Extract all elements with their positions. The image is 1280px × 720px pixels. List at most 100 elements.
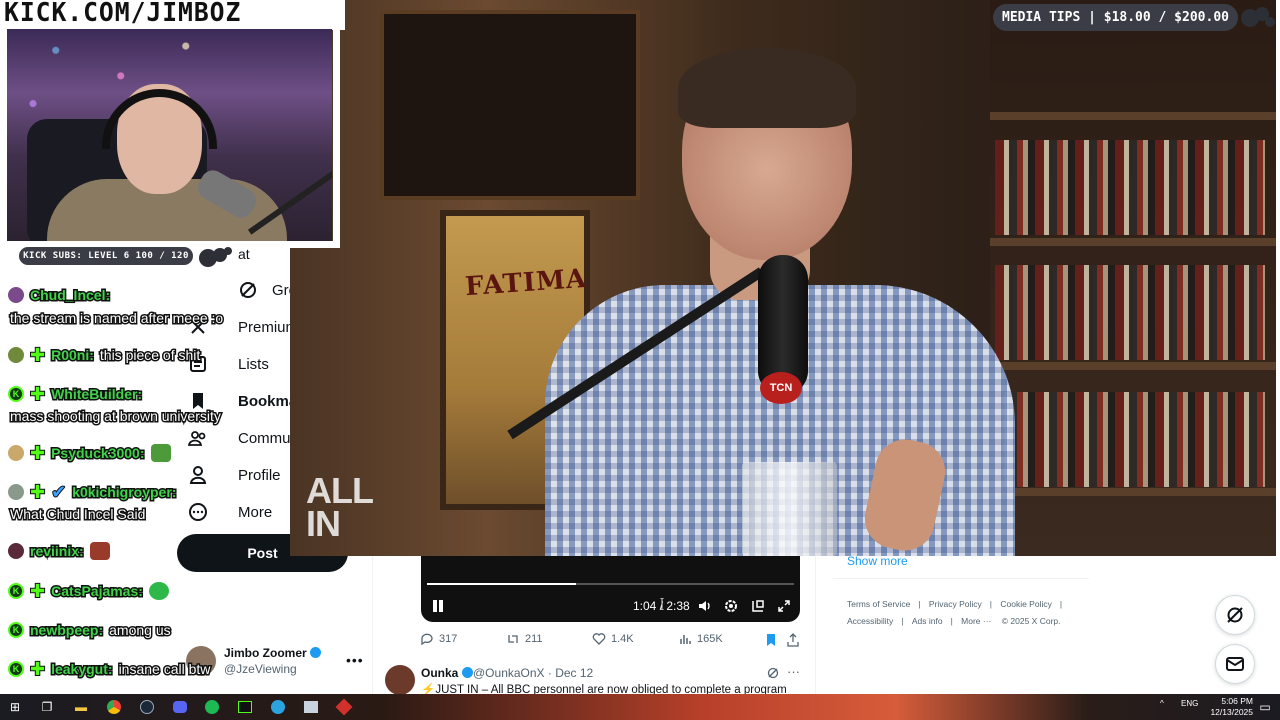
video-progress-bar[interactable] [427, 583, 794, 585]
diamond-badge-icon: ✚ [29, 443, 46, 463]
tweet-handle: @OunkaOnX · Dec 12 [473, 666, 594, 680]
user-avatar-icon [8, 287, 24, 303]
chat-message: K newbpeep: among us [8, 621, 172, 640]
books [995, 392, 1265, 487]
steam-icon[interactable] [138, 698, 156, 716]
chat-message: ✚ Psyduck3000: [8, 443, 171, 463]
footer-link[interactable]: Ads info [912, 616, 943, 626]
tweet[interactable]: Ounka @OunkaOnX · Dec 12 ⚡JUST IN – All … [385, 662, 810, 694]
video-player-controls[interactable]: 1:04 / 2:38 [421, 556, 800, 622]
notifications-icon[interactable]: ▭ [1256, 698, 1274, 716]
repost-button[interactable]: 211 [506, 632, 543, 646]
app-icon[interactable] [302, 698, 320, 716]
mic-badge: TCN [760, 372, 802, 404]
chat-username[interactable]: Psyduck3000: [50, 444, 146, 463]
chat-username[interactable]: WhiteBuilder: [50, 385, 144, 404]
diamond-badge-icon: ✚ [29, 345, 46, 365]
system-clock[interactable]: 5:06 PM 12/13/2025 [1198, 696, 1253, 718]
bookmark-filled-icon[interactable] [764, 633, 778, 647]
footer-link[interactable]: Terms of Service [847, 599, 910, 609]
stream-url: KICK.COM/JIMBOZ [4, 0, 242, 28]
settings-gear-icon[interactable] [723, 598, 739, 614]
shelf [990, 238, 1276, 246]
repost-count: 211 [525, 633, 543, 645]
volume-icon[interactable] [697, 598, 713, 614]
tweet-more-icon[interactable]: ··· [787, 664, 800, 679]
chat-username[interactable]: Chud_Incel: [28, 286, 111, 305]
kick-subs-icon [199, 247, 232, 267]
telegram-icon[interactable] [269, 698, 287, 716]
nav-label: Premium [238, 318, 299, 336]
nav-item-more[interactable]: More [188, 502, 272, 522]
chat-message: K ✚ WhiteBuilder: [8, 384, 144, 404]
chat-username[interactable]: leakygut: [50, 660, 114, 679]
books [995, 265, 1265, 360]
tray-chevron-icon[interactable]: ^ [1160, 699, 1164, 708]
shelf [990, 362, 1276, 370]
app-icon[interactable] [335, 698, 353, 716]
chat-username[interactable]: reviinix: [29, 542, 86, 561]
chat-text: this piece of shit [98, 346, 201, 365]
grok-float-button[interactable] [1215, 595, 1255, 635]
chat-text: What Chud Incel Said [8, 505, 146, 524]
views-chart-icon [680, 635, 691, 644]
views-count: 165K [697, 633, 723, 645]
diamond-badge-icon: ✚ [29, 581, 46, 601]
footer-link[interactable]: Cookie Policy [1000, 599, 1052, 609]
chat-username[interactable]: R00ni: [50, 346, 96, 365]
share-icon[interactable] [786, 633, 800, 647]
kick-badge-icon: K [8, 583, 24, 599]
reply-icon [421, 633, 433, 646]
nav-item-profile[interactable]: Profile [188, 465, 281, 485]
windows-taskbar: ⊞ ❐ ▬ ^ ENG 5:06 PM 12/13/2025 ▭ [0, 694, 1280, 720]
windows-start-icon[interactable]: ⊞ [6, 698, 24, 716]
webcam-border [0, 29, 340, 248]
like-button[interactable]: 1.4K [592, 632, 634, 646]
footer-link[interactable]: Accessibility [847, 616, 893, 626]
kick-badge-icon: K [8, 622, 24, 638]
feed-border-left [372, 540, 373, 700]
chrome-icon[interactable] [105, 698, 123, 716]
water-glass [742, 462, 837, 556]
footer-link[interactable]: More ··· [961, 616, 991, 626]
tweet-actions: 317 211 1.4K 165K [420, 630, 810, 650]
fullscreen-icon[interactable] [776, 598, 792, 614]
language-indicator[interactable]: ENG [1181, 699, 1198, 708]
file-explorer-icon[interactable]: ▬ [72, 698, 90, 716]
kick-app-icon[interactable] [236, 698, 254, 716]
chat-text: mass shooting at brown university [9, 407, 223, 426]
user-avatar-icon [8, 347, 24, 363]
reply-count: 317 [439, 633, 458, 645]
tweet-author-name[interactable]: Ounka [421, 666, 473, 680]
communities-icon [188, 431, 206, 446]
nav-item-partial[interactable]: at [238, 246, 250, 262]
messages-float-button[interactable] [1215, 644, 1255, 684]
media-tips-goal: MEDIA TIPS | $18.00 / $200.00 [993, 4, 1238, 31]
chat-username[interactable]: k0kichigroyper: [71, 483, 178, 502]
diamond-badge-icon: ✚ [29, 482, 46, 502]
screen: Grok Premium Lists Bookmarks Communities… [0, 0, 1280, 720]
discord-icon[interactable] [171, 698, 189, 716]
views-button[interactable]: 165K [678, 632, 723, 646]
reply-button[interactable]: 317 [420, 632, 457, 646]
pepe-emote-icon [150, 444, 171, 462]
account-switcher[interactable]: Jimbo Zoomer @JzeViewing ••• [186, 646, 366, 682]
account-name: Jimbo Zoomer [224, 646, 322, 660]
user-avatar-icon [8, 445, 24, 461]
grok-icon[interactable] [767, 667, 779, 679]
footer-link[interactable]: Privacy Policy [929, 599, 982, 609]
video-frame[interactable]: FATIMA TCN ALL IN [290, 0, 1276, 556]
chat-message: K ✚ leakygut: insane call btw [8, 659, 212, 679]
task-view-icon[interactable]: ❐ [38, 698, 56, 716]
picture-in-picture-icon[interactable] [750, 598, 766, 614]
more-dots-icon[interactable]: ••• [346, 652, 364, 668]
spotify-icon[interactable] [203, 698, 221, 716]
user-avatar-icon [8, 543, 24, 559]
pause-icon[interactable] [432, 600, 444, 612]
tweet-avatar[interactable] [385, 665, 415, 694]
chat-username[interactable]: newbpeep: [28, 621, 104, 640]
chat-username[interactable]: CatsPajamas: [50, 582, 145, 601]
emote-icon [89, 542, 110, 560]
show-more-link[interactable]: Show more [847, 554, 908, 568]
feed-border-right [815, 540, 816, 700]
